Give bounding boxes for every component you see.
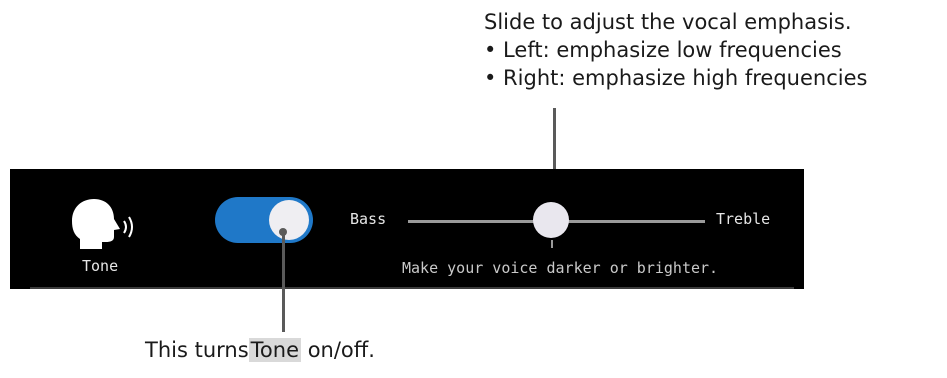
- tone-setting-panel: Tone Bass Treble Make your voice darker …: [10, 169, 804, 289]
- speaking-head-icon: [68, 199, 148, 253]
- slider-max-label: Treble: [716, 210, 771, 228]
- tone-label: Tone: [82, 257, 119, 275]
- slider-callout: Slide to adjust the vocal emphasis. • Le…: [484, 8, 867, 92]
- toggle-callout-leader: [282, 232, 285, 332]
- toggle-callout-suffix: on/off.: [307, 338, 375, 362]
- tone-hint-text: Make your voice darker or brighter.: [402, 259, 719, 277]
- slider-min-label: Bass: [350, 210, 387, 228]
- slider-callout-bullet-right: • Right: emphasize high frequencies: [484, 66, 868, 90]
- tone-toggle-switch[interactable]: [215, 197, 313, 243]
- toggle-callout: This turnsTone on/off.: [145, 336, 375, 364]
- toggle-callout-prefix: This turns: [145, 338, 249, 362]
- tone-toggle-knob[interactable]: [269, 200, 309, 240]
- slider-callout-heading: Slide to adjust the vocal emphasis.: [484, 10, 852, 34]
- tone-slider-knob[interactable]: [532, 202, 569, 238]
- toggle-callout-highlight: Tone: [248, 338, 301, 362]
- slider-callout-bullet-left: • Left: emphasize low frequencies: [484, 38, 842, 62]
- panel-divider: [30, 287, 794, 289]
- tone-slider-center-tick: [551, 240, 553, 248]
